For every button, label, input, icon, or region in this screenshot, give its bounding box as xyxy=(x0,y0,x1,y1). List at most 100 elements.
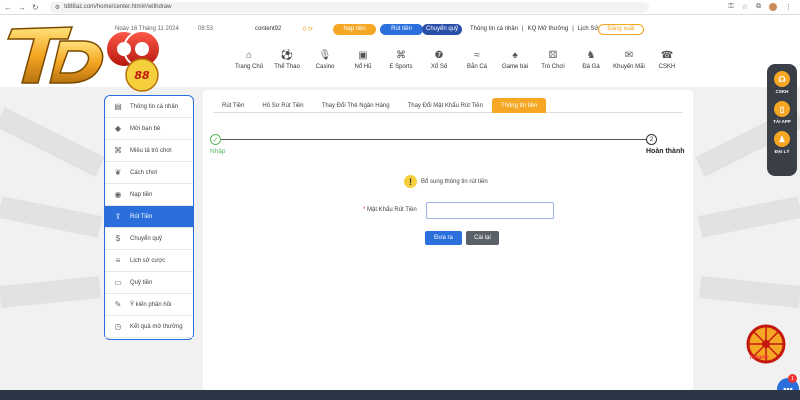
gamepad-icon: ⌘ xyxy=(114,146,122,155)
menu-icon[interactable]: ⋮ xyxy=(785,3,792,11)
nav-item-9[interactable]: ♞ Đá Gà xyxy=(572,49,610,71)
nav-label: Game bài xyxy=(501,64,528,70)
sidebar-item-1[interactable]: ◆ Mời bạn bè xyxy=(105,118,193,140)
transfer-button[interactable]: Chuyển quỹ xyxy=(422,23,462,35)
browser-toolbar: ← → ↻ ⚙ td88az.com/home/center.html#/wit… xyxy=(0,0,800,15)
float-label: TẢI APP xyxy=(773,119,791,124)
profile-link[interactable]: Thông tin cá nhân xyxy=(470,26,518,32)
history-link[interactable]: Lịch Sử xyxy=(578,26,599,32)
nav-label: CSKH xyxy=(658,64,676,70)
promo-label[interactable]: Nhanh xyxy=(750,355,769,361)
nav-item-4[interactable]: ⌘ E Sports xyxy=(382,49,420,71)
tab-3[interactable]: Thay Đổi Mật Khẩu Rút Tiền xyxy=(399,98,492,113)
piggy-bank-icon: ◉ xyxy=(114,190,122,199)
clock-icon: ◷ xyxy=(114,322,122,331)
reset-button[interactable]: Cài lại xyxy=(466,231,499,245)
dice-icon: ⚄ xyxy=(548,49,558,61)
gift-icon: ✉ xyxy=(624,49,634,61)
cards-icon: ♠ xyxy=(512,49,518,61)
nav-item-7[interactable]: ♠ Game bài xyxy=(496,49,534,71)
sidebar-item-label: Kết quả mở thưởng xyxy=(130,323,183,330)
nav-label: Nổ Hũ xyxy=(354,64,372,70)
lottery-icon: ❼ xyxy=(434,49,444,61)
sidebar-item-2[interactable]: ⌘ Miêu tả trò chơi xyxy=(105,140,193,162)
nav-label: Đá Gà xyxy=(582,64,600,70)
withdraw-password-input[interactable] xyxy=(426,202,554,219)
forward-icon[interactable]: → xyxy=(18,3,26,12)
main-nav: ⌂ Trang Chủ ⚽ Thể Thao 🎙 Casino ▣ Nổ Hũ ⌘ E Sport… xyxy=(230,49,686,71)
nav-item-5[interactable]: ❼ Xổ Số xyxy=(420,49,458,71)
support-icon: ☎ xyxy=(660,49,674,61)
history-icon: ≡ xyxy=(115,256,121,265)
sidebar-item-0[interactable]: ▤ Thông tin cá nhân xyxy=(105,96,193,118)
nav-item-1[interactable]: ⚽ Thể Thao xyxy=(268,49,306,71)
deposit-button[interactable]: Nạp tiền xyxy=(333,23,376,35)
results-link[interactable]: KQ Mở thưởng xyxy=(528,26,569,32)
wallet-icon: ▭ xyxy=(114,278,122,287)
gamepad-icon: ⌘ xyxy=(396,49,406,61)
profile-avatar[interactable] xyxy=(769,3,777,11)
submit-button[interactable]: Đưa ra xyxy=(425,231,462,245)
extensions-icon[interactable]: ⧉ xyxy=(756,3,761,11)
sidebar-item-8[interactable]: ▭ Quỹ tiền xyxy=(105,272,193,294)
nav-label: Trang Chủ xyxy=(234,64,264,70)
sidebar-item-9[interactable]: ✎ Ý kiến phản hồi xyxy=(105,294,193,316)
nav-item-11[interactable]: ☎ CSKH xyxy=(648,49,686,71)
sidebar-item-7[interactable]: ≡ Lịch sử cược xyxy=(105,250,193,272)
float-label: ĐẠI LÝ xyxy=(774,149,790,154)
star-icon[interactable]: ☆ xyxy=(742,3,748,11)
tab-4[interactable]: Thông tin tiền xyxy=(491,98,547,113)
logout-button[interactable]: Đăng xuất xyxy=(598,23,644,35)
sidebar-item-3[interactable]: ❦ Cách chơi xyxy=(105,162,193,184)
browser-nav: ← → ↻ xyxy=(4,3,39,12)
withdraw-button[interactable]: Rút tiền xyxy=(380,23,423,35)
home-icon: ⌂ xyxy=(245,49,253,61)
chat-badge: 1 xyxy=(788,374,797,383)
refresh-icon[interactable]: ⟳ xyxy=(308,27,313,33)
site-logo[interactable]: 88 xyxy=(2,17,202,97)
nav-item-3[interactable]: ▣ Nổ Hũ xyxy=(344,49,382,71)
nav-item-10[interactable]: ✉ Khuyến Mãi xyxy=(610,49,648,71)
float-item-0[interactable]: ☊ CSKH xyxy=(774,71,790,94)
warning-icon: ! xyxy=(404,175,417,188)
sidebar-item-5[interactable]: ⇪ Rút Tiền xyxy=(105,206,193,228)
tab-2[interactable]: Thay Đổi Thẻ Ngân Hàng xyxy=(313,98,399,113)
svg-text:88: 88 xyxy=(134,69,150,82)
sidebar-item-10[interactable]: ◷ Kết quả mở thưởng xyxy=(105,316,193,338)
nav-label: Trò Chơi xyxy=(541,64,565,70)
soccer-icon: ⚽ xyxy=(280,49,294,61)
address-bar[interactable]: ⚙ td88az.com/home/center.html#/withdraw xyxy=(48,1,649,13)
tab-1[interactable]: Hồ Sơ Rút Tiền xyxy=(253,98,312,113)
sidebar-item-6[interactable]: $ Chuyển quỹ xyxy=(105,228,193,250)
info-notice: ! Bổ sung thông tin rút tiền xyxy=(404,175,488,188)
lucky-wheel-icon[interactable] xyxy=(740,322,792,372)
phone-icon: ▯ xyxy=(774,101,790,117)
nav-item-2[interactable]: 🎙 Casino xyxy=(306,49,344,71)
sidebar-item-4[interactable]: ◉ Nạp tiền xyxy=(105,184,193,206)
float-label: CSKH xyxy=(775,89,789,94)
notice-text: Bổ sung thông tin rút tiền xyxy=(421,178,488,185)
back-icon[interactable]: ← xyxy=(4,3,12,12)
nav-label: E Sports xyxy=(389,64,413,70)
float-item-2[interactable]: ♟ ĐẠI LÝ xyxy=(774,131,790,154)
site-info-icon[interactable]: ⚙ xyxy=(55,4,60,11)
nav-item-6[interactable]: ≈ Bắn Cá xyxy=(458,49,496,71)
fish-icon: ≈ xyxy=(474,49,480,61)
account-links: Thông tin cá nhân | KQ Mở thưởng | Lịch … xyxy=(470,26,599,32)
withdraw-tabs: Rút Tiền Hồ Sơ Rút Tiền Thay Đổi Thẻ Ngân … xyxy=(213,98,683,113)
step-done-icon: ✓ xyxy=(210,134,221,145)
sidebar-item-label: Mời bạn bè xyxy=(130,125,161,132)
nav-item-0[interactable]: ⌂ Trang Chủ xyxy=(230,49,268,71)
step2-label: Hoàn thành xyxy=(646,148,685,155)
password-label: * Mật Khẩu Rút Tiền xyxy=(363,207,417,213)
nav-item-8[interactable]: ⚄ Trò Chơi xyxy=(534,49,572,71)
nav-label: Bắn Cá xyxy=(466,64,487,70)
site-header: 88 Ngày 16 Tháng 11 2024 08:53 content92… xyxy=(0,15,800,92)
diamond-icon: ◆ xyxy=(114,124,122,133)
sidebar-item-label: Nạp tiền xyxy=(130,191,153,198)
chat-icon: ✎ xyxy=(114,300,122,309)
key-icon[interactable]: ⚿ xyxy=(728,3,733,11)
reload-icon[interactable]: ↻ xyxy=(32,3,39,12)
float-item-1[interactable]: ▯ TẢI APP xyxy=(773,101,791,124)
tab-0[interactable]: Rút Tiền xyxy=(213,98,253,113)
